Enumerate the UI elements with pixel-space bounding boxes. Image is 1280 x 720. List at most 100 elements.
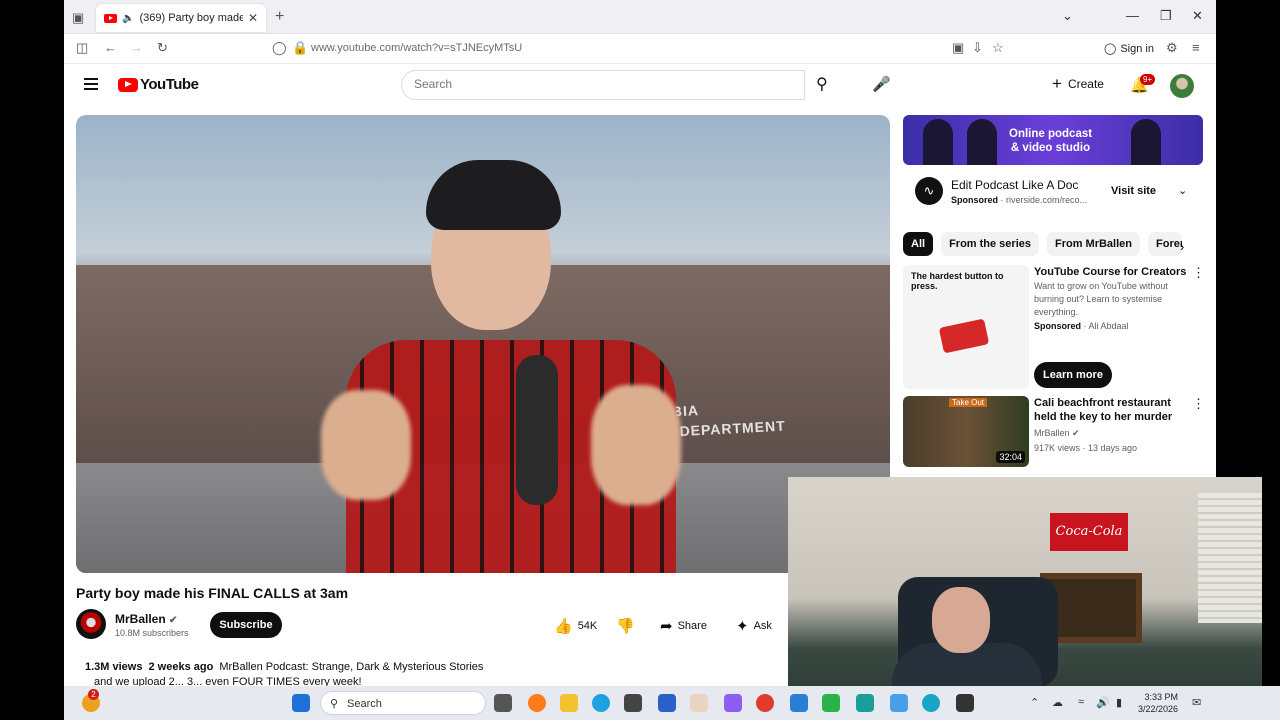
store-icon[interactable] bbox=[624, 694, 642, 712]
channel-name[interactable]: MrBallen ✔ bbox=[115, 612, 177, 626]
sidebar-icon[interactable]: ◫ bbox=[76, 40, 88, 56]
app-icon-8[interactable] bbox=[956, 694, 974, 712]
tray-overflow-icon[interactable]: ⌃ bbox=[1030, 696, 1039, 709]
video-player[interactable]: COLUMBIA POLICE DEPARTMENT bbox=[76, 115, 890, 573]
duration-badge: 32:04 bbox=[996, 451, 1025, 463]
windows-start-icon[interactable] bbox=[292, 694, 310, 712]
app-icon-7[interactable] bbox=[922, 694, 940, 712]
address-bar[interactable]: www.youtube.com/watch?v=sTJNEcyMTsU bbox=[311, 42, 522, 54]
search-icon[interactable]: ⚲ bbox=[816, 74, 828, 94]
user-avatar[interactable] bbox=[1170, 74, 1194, 98]
rec-channel[interactable]: MrBallen ✔ bbox=[1034, 427, 1080, 440]
rec-channel-name: MrBallen bbox=[1034, 428, 1070, 438]
rec-title[interactable]: Cali beachfront restaurant held the key … bbox=[1034, 396, 1194, 424]
save-to-pocket-icon[interactable]: ⇩ bbox=[972, 40, 983, 56]
forward-icon[interactable]: → bbox=[130, 40, 143, 55]
taskbar-search[interactable]: ⚲ Search bbox=[320, 691, 486, 715]
tab-youtube[interactable]: 🔈 (369) Party boy made his FI ✕ bbox=[96, 4, 266, 32]
speaker-icon[interactable]: 🔈 bbox=[122, 13, 134, 24]
app-icon-3[interactable] bbox=[790, 694, 808, 712]
rec-advertiser: Ali Abdaal bbox=[1088, 321, 1129, 331]
volume-icon[interactable]: 🔊 bbox=[1096, 696, 1110, 709]
rec-thumbnail[interactable]: Take Out 32:04 bbox=[903, 396, 1029, 467]
like-button[interactable]: 👍 54K bbox=[554, 617, 597, 635]
edge-icon[interactable] bbox=[592, 694, 610, 712]
banner-person-1 bbox=[923, 119, 953, 165]
extensions-icon[interactable]: ⚙ bbox=[1166, 40, 1178, 56]
rec-item-sponsored[interactable]: The hardest button to press. YouTube Cou… bbox=[903, 265, 1205, 391]
app-icon-5[interactable] bbox=[856, 694, 874, 712]
subscriber-count: 10.8M subscribers bbox=[115, 628, 189, 638]
thumb-text: Take Out bbox=[949, 398, 988, 407]
podcast-link[interactable]: MrBallen Podcast: Strange, Dark & Myster… bbox=[219, 661, 483, 673]
sign-in-label: Sign in bbox=[1120, 42, 1154, 55]
chrome-icon[interactable] bbox=[756, 694, 774, 712]
shield-icon[interactable]: ◯ bbox=[272, 40, 287, 56]
app-icon-4[interactable] bbox=[822, 694, 840, 712]
task-view-icon[interactable] bbox=[494, 694, 512, 712]
rec-thumbnail[interactable]: The hardest button to press. bbox=[903, 265, 1029, 389]
battery-icon[interactable]: ▮ bbox=[1116, 696, 1122, 709]
taskbar-clock[interactable]: 3:33 PM 3/22/2026 bbox=[1138, 691, 1178, 715]
back-icon[interactable]: ← bbox=[104, 40, 117, 55]
tab-overflow-chevron-icon[interactable]: ⌄ bbox=[1062, 8, 1073, 24]
youtube-favicon-icon bbox=[104, 13, 117, 23]
rec-item-video[interactable]: Take Out 32:04 Cali beachfront restauran… bbox=[903, 396, 1205, 468]
channel-avatar[interactable] bbox=[76, 609, 106, 639]
subscribe-button[interactable]: Subscribe bbox=[210, 612, 282, 638]
close-window-button[interactable]: ✕ bbox=[1192, 8, 1203, 24]
onedrive-icon[interactable]: ☁ bbox=[1052, 696, 1063, 709]
create-button[interactable]: + Create bbox=[1052, 75, 1104, 92]
video-frame-presenter bbox=[321, 160, 686, 573]
youtube-logo[interactable]: YouTube bbox=[118, 76, 199, 93]
close-tab-icon[interactable]: ✕ bbox=[248, 11, 258, 25]
copilot-icon[interactable] bbox=[724, 694, 742, 712]
reload-icon[interactable]: ↻ bbox=[157, 40, 168, 56]
ask-button[interactable]: ✦ Ask bbox=[736, 617, 772, 635]
bookmark-star-icon[interactable]: ☆ bbox=[992, 40, 1004, 56]
rec-meta: 917K views · 13 days ago bbox=[1034, 443, 1138, 453]
picture-in-picture-icon[interactable]: ▣ bbox=[952, 40, 964, 56]
file-explorer-icon[interactable] bbox=[560, 694, 578, 712]
share-button[interactable]: ➦ Share bbox=[660, 617, 707, 635]
clock-date: 3/22/2026 bbox=[1138, 704, 1179, 714]
chip-forensic[interactable]: Forensic bbox=[1148, 232, 1182, 256]
lock-icon[interactable]: 🔒 bbox=[292, 40, 308, 56]
menu-icon[interactable]: ≡ bbox=[1192, 40, 1200, 55]
chevron-down-icon[interactable]: ⌄ bbox=[1178, 184, 1187, 197]
app-icon-2[interactable] bbox=[690, 694, 708, 712]
chip-from-the-series[interactable]: From the series bbox=[941, 232, 1039, 256]
tab-list-icon[interactable]: ▣ bbox=[72, 10, 84, 26]
app-icon-6[interactable] bbox=[890, 694, 908, 712]
wifi-icon[interactable]: ≈ bbox=[1078, 696, 1084, 708]
chip-all[interactable]: All bbox=[903, 232, 934, 256]
firefox-icon[interactable] bbox=[528, 694, 546, 712]
channel-name-text: MrBallen bbox=[115, 612, 166, 626]
sign-in-button[interactable]: ◯ Sign in bbox=[1104, 42, 1154, 56]
search-input[interactable]: Search bbox=[401, 70, 805, 100]
account-icon: ◯ bbox=[1104, 43, 1117, 55]
banner-line-1: Online podcast bbox=[1009, 128, 1093, 140]
rec-title[interactable]: YouTube Course for Creators bbox=[1034, 265, 1194, 279]
view-count: 1.3M views bbox=[85, 661, 143, 673]
ad-title[interactable]: Edit Podcast Like A Doc bbox=[951, 178, 1078, 192]
more-options-icon[interactable]: ⋮ bbox=[1192, 265, 1205, 281]
maximize-button[interactable]: ❐ bbox=[1160, 8, 1172, 24]
notification-center-icon[interactable]: ✉ bbox=[1192, 696, 1201, 709]
new-tab-button[interactable]: + bbox=[275, 8, 284, 26]
visit-site-button[interactable]: Visit site bbox=[1111, 185, 1156, 197]
ad-banner[interactable]: Online podcast & video studio bbox=[903, 115, 1203, 165]
clock-time: 3:33 PM bbox=[1144, 692, 1179, 702]
minimize-button[interactable]: — bbox=[1126, 8, 1139, 23]
app-icon-1[interactable] bbox=[658, 694, 676, 712]
hamburger-menu-icon[interactable] bbox=[84, 78, 98, 93]
chip-from-mrballen[interactable]: From MrBallen bbox=[1046, 232, 1140, 256]
advertiser-logo-icon[interactable]: ∿ bbox=[915, 177, 943, 205]
dislike-button[interactable]: 👎 bbox=[616, 617, 635, 635]
chip-scroll-right-icon[interactable]: › bbox=[1180, 239, 1184, 254]
learn-more-button[interactable]: Learn more bbox=[1034, 362, 1112, 388]
microphone-icon[interactable]: 🎤 bbox=[872, 75, 891, 93]
webcam-person bbox=[892, 577, 1042, 697]
description-meta[interactable]: 1.3M views 2 weeks ago MrBallen Podcast: S… bbox=[85, 661, 483, 673]
more-options-icon[interactable]: ⋮ bbox=[1192, 396, 1205, 412]
